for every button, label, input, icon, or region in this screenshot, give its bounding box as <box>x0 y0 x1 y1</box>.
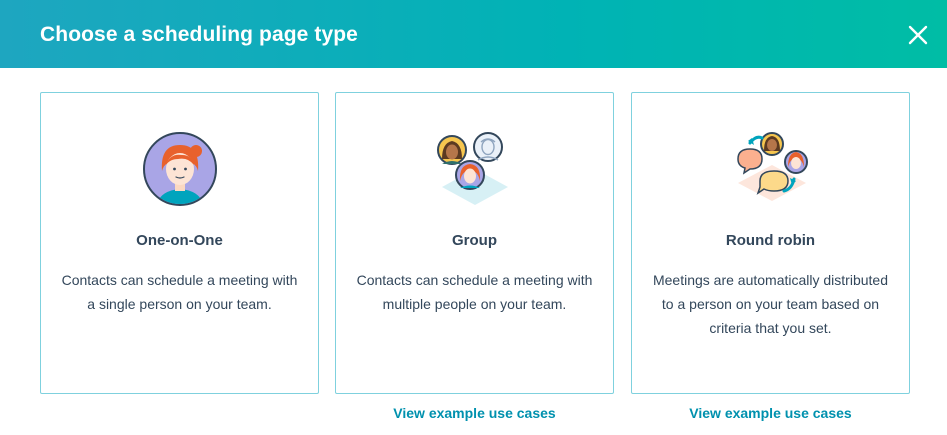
card-one-on-one[interactable]: One-on-One Contacts can schedule a meeti… <box>40 92 319 394</box>
close-button[interactable] <box>903 20 933 50</box>
card-title: One-on-One <box>136 232 223 249</box>
dialog-header: Choose a scheduling page type <box>0 0 947 68</box>
card-description: Contacts can schedule a meeting with mul… <box>356 272 593 312</box>
card-description: Contacts can schedule a meeting with a s… <box>61 272 298 312</box>
card-description: Meetings are automatically distributed t… <box>652 272 888 336</box>
round-robin-view-example-use-cases-link[interactable]: View example use cases <box>631 405 910 421</box>
card-title: Group <box>452 232 497 249</box>
card-round-robin[interactable]: Round robin Meetings are automatically d… <box>631 92 910 394</box>
group-view-example-use-cases-link[interactable]: View example use cases <box>335 405 614 421</box>
card-group[interactable]: Group Contacts can schedule a meeting wi… <box>335 92 614 394</box>
single-person-avatar-icon <box>135 129 225 209</box>
round-robin-icon <box>726 129 816 209</box>
group-avatars-icon <box>430 129 520 209</box>
close-icon <box>908 25 928 45</box>
dialog-title: Choose a scheduling page type <box>40 23 358 46</box>
card-title: Round robin <box>725 232 816 249</box>
